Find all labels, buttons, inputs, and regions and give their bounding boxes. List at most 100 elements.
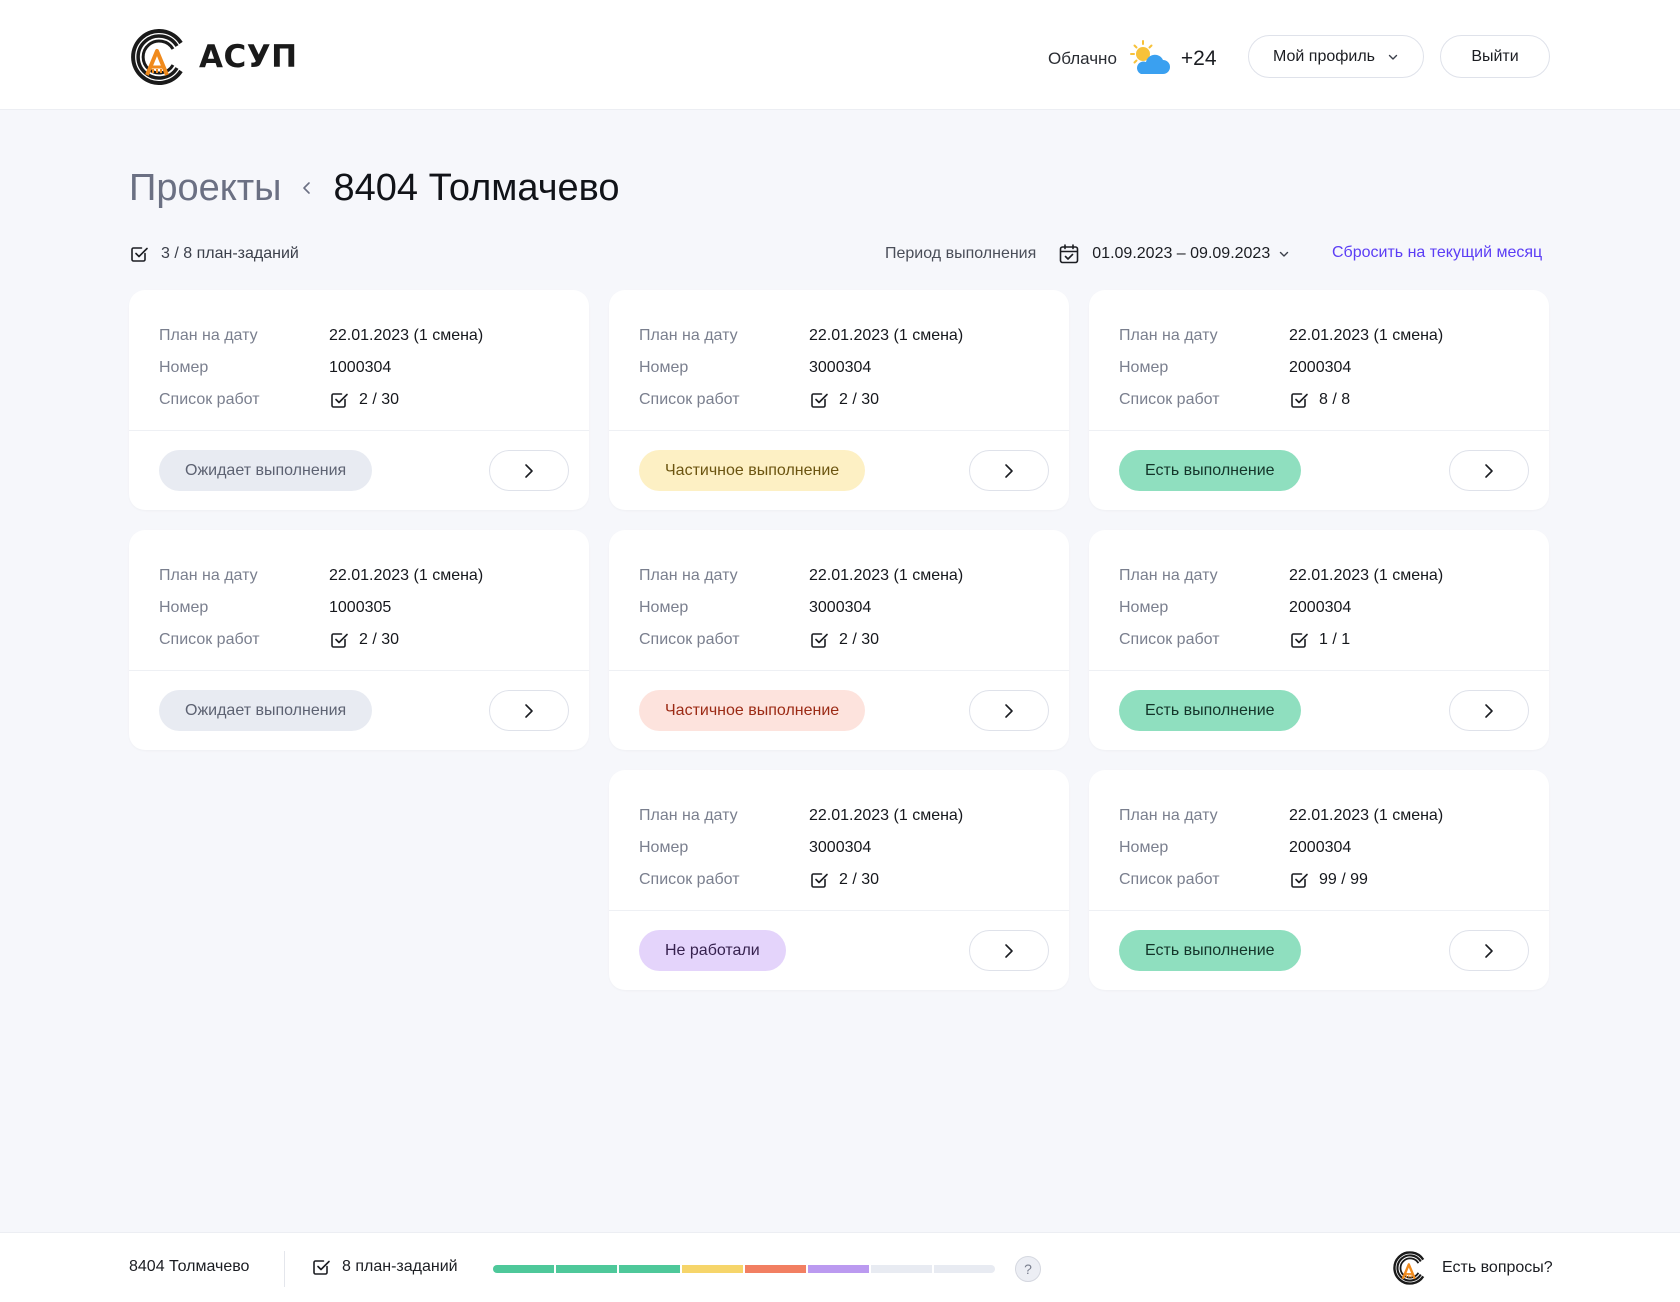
card-row-date: План на дату 22.01.2023 (1 смена): [1119, 320, 1519, 352]
checkbox-icon: [311, 1257, 331, 1277]
chevron-down-icon[interactable]: [1278, 248, 1290, 260]
plan-task-card-1000305: План на дату 22.01.2023 (1 смена) Номер …: [129, 530, 589, 750]
progress-segment: [871, 1265, 932, 1273]
checkbox-icon: [129, 244, 149, 264]
card-row-date: План на дату 22.01.2023 (1 смена): [639, 800, 1039, 832]
number-label: Номер: [159, 599, 209, 616]
help-button[interactable]: ?: [1015, 1256, 1041, 1282]
chevron-down-icon: [1387, 51, 1399, 63]
card-row-works: Список работ 2 / 30: [159, 624, 559, 656]
my-profile-button[interactable]: Мой профиль: [1248, 35, 1424, 78]
card-details: План на дату 22.01.2023 (1 смена) Номер …: [1089, 530, 1549, 671]
period-date-range[interactable]: 01.09.2023 – 09.09.2023: [1092, 245, 1270, 263]
card-footer: Есть выполнение: [1089, 431, 1549, 510]
plan-task-card-2000304: План на дату 22.01.2023 (1 смена) Номер …: [1089, 290, 1549, 510]
open-card-button[interactable]: [1449, 930, 1529, 971]
logout-button[interactable]: Выйти: [1440, 35, 1550, 78]
chevron-right-icon: [1482, 703, 1496, 719]
app-logo[interactable]: АСУП: [129, 29, 298, 85]
chevron-left-icon: [303, 182, 311, 194]
partly-cloudy-icon: [1129, 40, 1170, 74]
open-card-button[interactable]: [489, 690, 569, 731]
status-badge: Ожидает выполнения: [159, 450, 373, 491]
plan-date-label: План на дату: [639, 807, 738, 824]
progress-segment: [745, 1265, 806, 1273]
card-row-date: План на дату 22.01.2023 (1 смена): [1119, 560, 1519, 592]
chevron-right-icon: [522, 703, 536, 719]
page-title: 8404 Толмачево: [333, 166, 620, 209]
chevron-right-icon: [1002, 943, 1016, 959]
checkbox-icon: [1289, 390, 1309, 410]
works-list-value: 2 / 30: [809, 630, 879, 650]
works-progress: 1 / 1: [1319, 631, 1351, 648]
questions-label: Есть вопросы?: [1442, 1259, 1553, 1276]
plan-date-label: План на дату: [159, 327, 258, 344]
chevron-right-icon: [522, 463, 536, 479]
number-label: Номер: [1119, 359, 1169, 376]
works-progress: 99 / 99: [1319, 871, 1368, 888]
card-row-number: Номер 2000304: [1119, 832, 1519, 864]
card-footer: Частичное выполнение: [609, 671, 1069, 750]
asup-logo-icon: [1392, 1251, 1428, 1285]
breadcrumb-projects-link[interactable]: Проекты: [129, 167, 281, 210]
card-row-number: Номер 1000304: [159, 352, 559, 384]
card-row-number: Номер 3000304: [639, 352, 1039, 384]
open-card-button[interactable]: [969, 690, 1049, 731]
status-badge: Частичное выполнение: [639, 690, 866, 731]
works-list-label: Список работ: [639, 631, 740, 648]
footer-divider: [284, 1251, 285, 1287]
plan-task-card-3000304: План на дату 22.01.2023 (1 смена) Номер …: [609, 770, 1069, 990]
open-card-button[interactable]: [489, 450, 569, 491]
works-list-value: 2 / 30: [809, 390, 879, 410]
number-label: Номер: [1119, 599, 1169, 616]
questions-link[interactable]: Есть вопросы?: [1392, 1250, 1553, 1286]
status-badge: Есть выполнение: [1119, 690, 1301, 731]
card-row-date: План на дату 22.01.2023 (1 смена): [159, 320, 559, 352]
card-details: План на дату 22.01.2023 (1 смена) Номер …: [1089, 290, 1549, 431]
card-row-works: Список работ 2 / 30: [639, 384, 1039, 416]
card-row-date: План на дату 22.01.2023 (1 смена): [639, 560, 1039, 592]
number-label: Номер: [639, 839, 689, 856]
status-badge: Есть выполнение: [1119, 450, 1301, 491]
checkbox-icon: [809, 630, 829, 650]
progress-segment: [556, 1265, 617, 1273]
weather-widget: Облачно +24: [1048, 38, 1217, 80]
card-details: План на дату 22.01.2023 (1 смена) Номер …: [609, 290, 1069, 431]
progress-segment: [493, 1265, 554, 1273]
card-details: План на дату 22.01.2023 (1 смена) Номер …: [129, 290, 589, 431]
works-list-value: 1 / 1: [1289, 630, 1350, 650]
plan-date-label: План на дату: [1119, 327, 1218, 344]
works-progress: 2 / 30: [839, 391, 880, 408]
plan-task-card-2000304: План на дату 22.01.2023 (1 смена) Номер …: [1089, 770, 1549, 990]
works-list-value: 99 / 99: [1289, 870, 1368, 890]
open-card-button[interactable]: [1449, 690, 1529, 731]
asup-logo-icon: [129, 29, 189, 85]
top-header: АСУП Облачно +24 Мой профиль Выйти: [0, 0, 1680, 110]
works-progress: 2 / 30: [359, 631, 400, 648]
checkbox-icon: [1289, 870, 1309, 890]
card-footer: Частичное выполнение: [609, 431, 1069, 510]
plan-date-value: 22.01.2023 (1 смена): [809, 327, 964, 344]
card-row-number: Номер 2000304: [1119, 592, 1519, 624]
status-badge: Частичное выполнение: [639, 450, 866, 491]
weather-condition: Облачно: [1048, 49, 1117, 68]
open-card-button[interactable]: [969, 930, 1049, 971]
number-value: 2000304: [1289, 839, 1352, 856]
number-label: Номер: [1119, 839, 1169, 856]
plan-date-value: 22.01.2023 (1 смена): [1289, 807, 1444, 824]
card-row-works: Список работ 8 / 8: [1119, 384, 1519, 416]
checkbox-icon: [329, 390, 349, 410]
plan-task-card-3000304: План на дату 22.01.2023 (1 смена) Номер …: [609, 290, 1069, 510]
checkbox-icon: [809, 390, 829, 410]
open-card-button[interactable]: [1449, 450, 1529, 491]
progress-segment: [619, 1265, 680, 1273]
plan-date-label: План на дату: [1119, 567, 1218, 584]
reset-to-current-month-link[interactable]: Сбросить на текущий месяц: [1332, 244, 1542, 262]
calendar-icon: [1059, 244, 1079, 264]
weather-temperature: +24: [1180, 47, 1217, 70]
card-row-works: Список работ 2 / 30: [639, 624, 1039, 656]
chevron-right-icon: [1482, 463, 1496, 479]
status-badge: Не работали: [639, 930, 786, 971]
period-label: Период выполнения: [885, 245, 1037, 262]
open-card-button[interactable]: [969, 450, 1049, 491]
